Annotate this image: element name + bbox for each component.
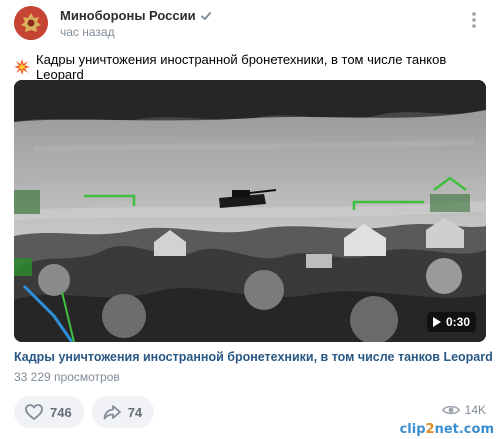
- video-views: 33 229 просмотров: [14, 370, 120, 384]
- watermark-accent: 2: [425, 422, 435, 437]
- watermark-suffix: net.com: [434, 422, 494, 437]
- video-duration-badge: 0:30: [426, 312, 476, 332]
- clip2net-watermark: clip2net.com: [400, 422, 494, 437]
- watermark-prefix: clip: [399, 422, 426, 437]
- video-player[interactable]: 0:30: [14, 80, 486, 342]
- like-count: 746: [50, 404, 72, 420]
- share-count: 74: [127, 404, 143, 420]
- eye-icon: [441, 405, 460, 415]
- post-time[interactable]: час назад: [60, 25, 115, 39]
- post-card: Минобороны России час назад Кадры уничто…: [0, 0, 500, 439]
- post-text-content: Кадры уничтожения иностранной бронетехни…: [36, 52, 447, 82]
- post-actions: 746 74: [14, 396, 155, 428]
- view-count: 14K: [464, 403, 486, 417]
- post-header: Минобороны России час назад: [14, 6, 486, 40]
- video-title-link[interactable]: Кадры уничтожения иностранной бронетехни…: [14, 350, 493, 364]
- like-button[interactable]: 746: [14, 396, 84, 428]
- author-name: Минобороны России: [60, 8, 196, 23]
- author-name-link[interactable]: Минобороны России: [60, 8, 212, 23]
- avatar[interactable]: [14, 6, 48, 40]
- video-duration: 0:30: [445, 315, 470, 329]
- share-arrow-icon: [103, 405, 121, 420]
- more-options-icon[interactable]: [464, 10, 484, 30]
- post-text: Кадры уничтожения иностранной бронетехни…: [14, 52, 486, 82]
- heart-icon: [25, 404, 43, 420]
- play-icon: [432, 317, 441, 327]
- video-thumbnail: [14, 80, 486, 342]
- verified-check-icon: [200, 11, 211, 20]
- collision-icon: [14, 59, 30, 75]
- share-button[interactable]: 74: [91, 396, 155, 428]
- post-view-count: 14K: [441, 403, 486, 417]
